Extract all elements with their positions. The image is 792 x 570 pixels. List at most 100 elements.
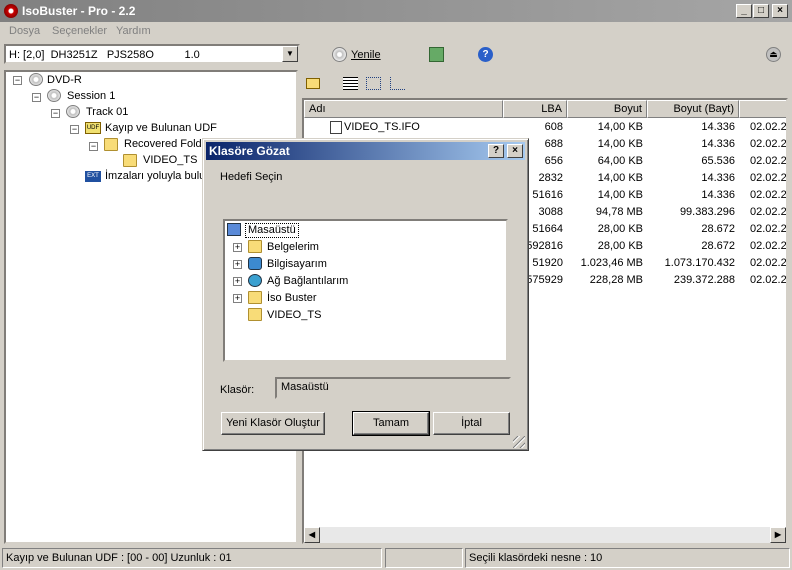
cell-size: 14,00 KB: [597, 172, 643, 184]
details-view-icon[interactable]: [343, 77, 358, 90]
column-header-lba[interactable]: LBA: [503, 100, 567, 118]
expander-icon[interactable]: +: [233, 243, 242, 252]
expander-icon[interactable]: +: [233, 294, 242, 303]
track-icon: [66, 105, 80, 118]
tree-item-lost-found[interactable]: Kayıp ve Bulunan UDF: [105, 121, 217, 135]
dvd-icon: [29, 73, 43, 86]
chevron-down-icon[interactable]: ▼: [282, 46, 298, 62]
cell-size: 94,78 MB: [595, 206, 643, 218]
udf-icon: UDF: [85, 122, 101, 134]
help-icon[interactable]: ?: [478, 47, 493, 62]
cell-size: 14,00 KB: [597, 121, 643, 133]
disc-icon: [332, 47, 347, 62]
window-title: IsoBuster - Pro - 2.2: [22, 4, 136, 18]
tree-item-recovered[interactable]: Recovered Folde: [124, 137, 208, 151]
folder-icon: [248, 308, 262, 321]
file-icon: [330, 121, 342, 134]
expander-icon[interactable]: −: [13, 76, 22, 85]
folder-field-value: Masaüstü: [281, 381, 329, 393]
drive-select[interactable]: H: [2,0] DH3251Z PJS258O 1.0 ▼: [4, 44, 300, 64]
folder-tree-item[interactable]: Belgelerim: [267, 240, 319, 254]
column-header-date[interactable]: [739, 100, 786, 118]
cancel-button[interactable]: İptal: [433, 412, 510, 435]
dialog-help-button[interactable]: ?: [488, 144, 504, 158]
folder-tree-item[interactable]: VIDEO_TS: [267, 308, 321, 322]
menu-bar: Dosya Seçenekler Yardım: [0, 22, 792, 40]
menu-help[interactable]: Yardım: [116, 25, 151, 37]
folder-icon: [104, 138, 118, 151]
cell-bytes: 14.336: [701, 172, 735, 184]
column-header-bytes[interactable]: Boyut (Bayt): [647, 100, 739, 118]
close-button[interactable]: ×: [772, 4, 788, 18]
cell-bytes: 239.372.288: [673, 274, 735, 286]
table-row[interactable]: VIDEO_TS.IFO 608 14,00 KB 14.336 02.02.2: [304, 119, 786, 136]
session-icon: [47, 89, 61, 102]
cell-bytes: 14.336: [701, 189, 735, 201]
horizontal-scrollbar[interactable]: ◀ ▶: [304, 527, 786, 543]
dialog-prompt: Hedefi Seçin: [220, 171, 283, 183]
status-left: Kayıp ve Bulunan UDF : [00 - 00] Uzunluk…: [2, 548, 382, 568]
network-icon: [248, 274, 262, 287]
column-header-name[interactable]: Adı: [304, 100, 503, 118]
expander-icon[interactable]: −: [89, 142, 98, 151]
cell-date: 02.02.2: [750, 257, 787, 269]
cell-lba: 608: [544, 121, 563, 133]
cell-size: 28,00 KB: [597, 223, 643, 235]
ok-button[interactable]: Tamam: [352, 411, 430, 436]
cell-size: 64,00 KB: [597, 155, 643, 167]
dialog-close-button[interactable]: ×: [507, 144, 523, 158]
cell-bytes: 28.672: [701, 223, 735, 235]
cell-bytes: 99.383.296: [679, 206, 735, 218]
maximize-button[interactable]: □: [753, 4, 769, 18]
cell-size: 14,00 KB: [597, 138, 643, 150]
documents-icon: [248, 240, 262, 253]
expander-icon[interactable]: +: [233, 277, 242, 286]
scroll-right-button[interactable]: ▶: [770, 527, 786, 543]
folder-tree[interactable]: Masaüstü + Belgelerim + Bilgisayarım + A…: [223, 219, 508, 362]
drive-select-value: H: [2,0] DH3251Z PJS258O 1.0: [9, 49, 200, 61]
new-folder-button[interactable]: Yeni Klasör Oluştur: [221, 412, 325, 435]
dialog-title: Klasöre Gözat: [209, 144, 290, 158]
column-header-size[interactable]: Boyut: [567, 100, 647, 118]
tree-item-video-ts[interactable]: VIDEO_TS: [143, 153, 197, 167]
menu-file[interactable]: Dosya: [9, 25, 40, 37]
scroll-left-button[interactable]: ◀: [304, 527, 320, 543]
extract-icon[interactable]: [429, 47, 444, 62]
folder-tree-item[interactable]: İso Buster: [267, 291, 317, 305]
app-icon: [4, 4, 18, 18]
cell-date: 02.02.2: [750, 223, 787, 235]
cell-bytes: 28.672: [701, 240, 735, 252]
folder-tree-item[interactable]: Bilgisayarım: [267, 257, 327, 271]
folder-field[interactable]: Masaüstü: [275, 377, 511, 399]
cell-date: 02.02.2: [750, 155, 787, 167]
minimize-button[interactable]: _: [736, 4, 752, 18]
cell-size: 228,28 MB: [589, 274, 643, 286]
tree-item-session[interactable]: Session 1: [67, 89, 115, 103]
menu-options[interactable]: Seçenekler: [52, 25, 107, 37]
cell-bytes: 14.336: [701, 121, 735, 133]
status-mid: [385, 548, 463, 568]
up-folder-icon[interactable]: [306, 78, 320, 89]
tree-item-track[interactable]: Track 01: [86, 105, 128, 119]
computer-icon: [248, 257, 262, 270]
cell-date: 02.02.2: [750, 172, 787, 184]
cell-date: 02.02.2: [750, 138, 787, 150]
tree-item-dvd[interactable]: DVD-R: [47, 73, 82, 87]
cell-date: 02.02.2: [750, 240, 787, 252]
status-right: Seçili klasördeki nesne : 10: [465, 548, 790, 568]
tree-view-icon[interactable]: [390, 77, 405, 90]
resize-grip-icon[interactable]: [513, 436, 525, 448]
eject-icon[interactable]: ⏏: [766, 47, 781, 62]
folder-icon: [248, 291, 262, 304]
folder-tree-item[interactable]: Ağ Bağlantılarım: [267, 274, 348, 288]
expander-icon[interactable]: +: [233, 260, 242, 269]
expander-icon[interactable]: −: [70, 125, 79, 134]
tree-item-signatures[interactable]: İmzaları yoluyla bulu: [105, 169, 205, 183]
folder-tree-root[interactable]: Masaüstü: [245, 223, 299, 238]
folder-icon: [123, 154, 137, 167]
expander-icon[interactable]: −: [51, 109, 60, 118]
expander-icon[interactable]: −: [32, 93, 41, 102]
ext-icon: EXT: [85, 171, 101, 182]
list-view-icon[interactable]: [366, 77, 381, 90]
cell-date: 02.02.2: [750, 274, 787, 286]
